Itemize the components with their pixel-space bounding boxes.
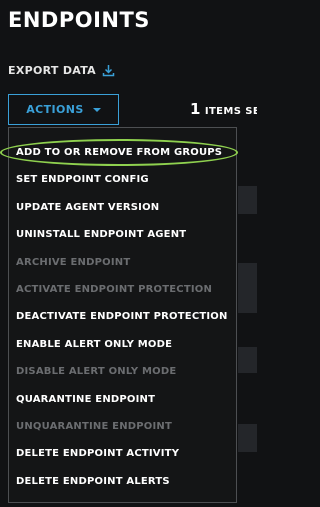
menu-item-delete-endpoint-activity[interactable]: DELETE ENDPOINT ACTIVITY: [9, 440, 236, 467]
background-table-row: [238, 424, 257, 452]
selected-items-count: 1 ITEMS SE: [190, 100, 257, 118]
menu-item-quarantine-endpoint[interactable]: QUARANTINE ENDPOINT: [9, 386, 236, 413]
selected-count: 1: [190, 100, 201, 118]
download-icon: [102, 64, 115, 77]
menu-item-deactivate-endpoint-protection[interactable]: DEACTIVATE ENDPOINT PROTECTION: [9, 303, 236, 330]
menu-item-unquarantine-endpoint: UNQUARANTINE ENDPOINT: [16, 420, 173, 432]
selected-text: ITEMS SE: [204, 106, 257, 117]
background-table-row: [238, 263, 257, 313]
actions-dropdown-button[interactable]: ACTIONS: [8, 94, 119, 125]
endpoints-page: ENDPOINTS EXPORT DATA ACTIONS 1 ITEMS SE …: [0, 0, 257, 507]
menu-item-uninstall-endpoint-agent[interactable]: UNINSTALL ENDPOINT AGENT: [9, 221, 236, 248]
background-table-row: [238, 186, 257, 214]
actions-label: ACTIONS: [26, 103, 84, 116]
background-table-row: [238, 347, 257, 373]
menu-item-enable-alert-only-mode[interactable]: ENABLE ALERT ONLY MODE: [9, 331, 236, 358]
menu-item-archive-endpoint: ARCHIVE ENDPOINT: [16, 256, 131, 268]
menu-item-add-remove-groups[interactable]: ADD TO OR REMOVE FROM GROUPS: [9, 139, 236, 166]
page-title: ENDPOINTS: [8, 8, 150, 32]
menu-item-delete-endpoint-alerts[interactable]: DELETE ENDPOINT ALERTS: [9, 468, 236, 495]
actions-menu: ADD TO OR REMOVE FROM GROUPS SET ENDPOIN…: [8, 127, 237, 503]
export-data-button[interactable]: EXPORT DATA: [8, 64, 115, 77]
caret-down-icon: [92, 107, 101, 112]
menu-item-update-agent-version[interactable]: UPDATE AGENT VERSION: [9, 194, 236, 221]
menu-item-activate-endpoint-protection: ACTIVATE ENDPOINT PROTECTION: [16, 283, 213, 295]
menu-item-set-endpoint-config[interactable]: SET ENDPOINT CONFIG: [9, 166, 236, 193]
export-data-label: EXPORT DATA: [8, 64, 96, 77]
menu-item-disable-alert-only-mode: DISABLE ALERT ONLY MODE: [16, 366, 177, 378]
